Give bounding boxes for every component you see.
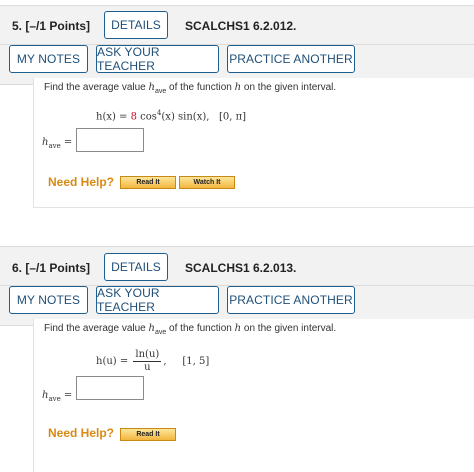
practice-another-button[interactable]: PRACTICE ANOTHER [227, 286, 355, 314]
fraction: ln(u) u [133, 349, 162, 373]
ask-teacher-button[interactable]: ASK YOUR TEACHER [96, 45, 219, 73]
details-button[interactable]: DETAILS [104, 253, 168, 281]
problem-number: 6. [–/1 Points] [12, 261, 91, 275]
problem-content: Find the average value have of the funct… [33, 319, 474, 472]
my-notes-button[interactable]: MY NOTES [9, 286, 88, 314]
my-notes-button[interactable]: MY NOTES [9, 45, 88, 73]
problem-code: SCALCHS1 6.2.013. [185, 261, 297, 275]
read-it-button[interactable]: Read It [120, 428, 176, 441]
answer-input[interactable] [76, 128, 144, 152]
answer-label: have = [42, 137, 73, 150]
read-it-button[interactable]: Read It [120, 176, 176, 189]
problem-instruction: Find the average value have of the funct… [44, 82, 337, 95]
details-button[interactable]: DETAILS [104, 11, 168, 39]
practice-another-button[interactable]: PRACTICE ANOTHER [227, 45, 355, 73]
answer-label: have = [42, 390, 73, 403]
need-help-label: Need Help? [48, 175, 115, 189]
function-formula: h(u) = ln(u) u, [1, 5] [96, 349, 210, 373]
problem-number: 5. [–/1 Points] [12, 19, 91, 33]
problem-instruction: Find the average value have of the funct… [44, 323, 337, 336]
watch-it-button[interactable]: Watch It [179, 176, 235, 189]
ask-teacher-button[interactable]: ASK YOUR TEACHER [96, 286, 219, 314]
answer-input[interactable] [76, 376, 144, 400]
problem-content: Find the average value have of the funct… [33, 78, 474, 208]
function-formula: h(x) = 8 cos4(x) sin(x), [0, π] [96, 109, 247, 123]
problem-code: SCALCHS1 6.2.012. [185, 19, 297, 33]
need-help-label: Need Help? [48, 426, 115, 440]
